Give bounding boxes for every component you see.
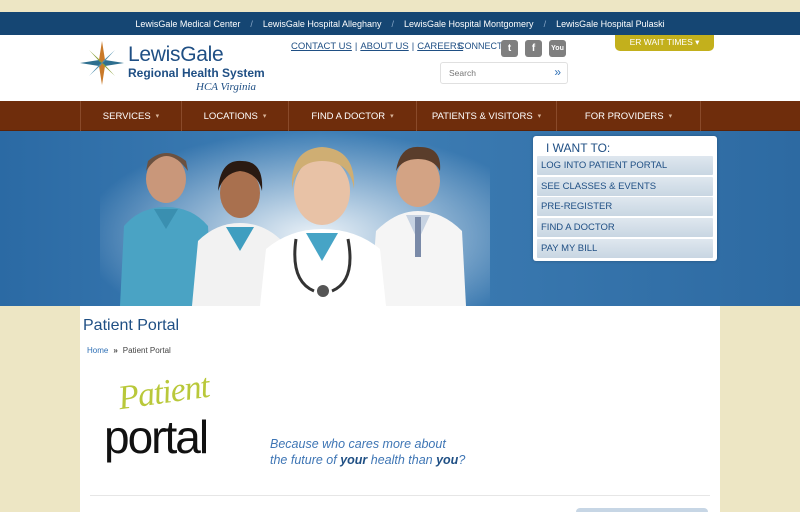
tagline-line-2: the future of your health than you? bbox=[270, 453, 466, 467]
er-wait-times-button[interactable]: ER WAIT TIMES ▾ bbox=[615, 35, 714, 51]
nav-label: PATIENTS & VISITORS bbox=[431, 110, 533, 122]
nav-services[interactable]: SERVICES ▾ bbox=[80, 101, 182, 131]
patient-portal-logo-word: portal bbox=[104, 411, 209, 463]
hospital-link-medical-center[interactable]: LewisGale Medical Center bbox=[125, 19, 250, 29]
nav-for-providers[interactable]: FOR PROVIDERS ▾ bbox=[557, 101, 701, 131]
utility-separator: | bbox=[354, 41, 358, 52]
nav-label: SERVICES bbox=[102, 110, 151, 122]
nav-label: LOCATIONS bbox=[203, 110, 258, 122]
chevron-down-icon: ▾ bbox=[155, 113, 160, 120]
about-us-link[interactable]: ABOUT US bbox=[360, 41, 408, 52]
logo-title[interactable]: LewisGale bbox=[128, 43, 224, 67]
careers-link[interactable]: CAREERS bbox=[417, 41, 463, 52]
nav-patients-visitors[interactable]: PATIENTS & VISITORS ▾ bbox=[417, 101, 557, 131]
twitter-icon[interactable]: t bbox=[501, 40, 518, 57]
hospital-link-pulaski[interactable]: LewisGale Hospital Pulaski bbox=[546, 19, 675, 29]
patient-portal-logo: Patient portal bbox=[102, 368, 252, 477]
doctors-photo bbox=[100, 131, 490, 306]
nav-label: FIND A DOCTOR bbox=[311, 110, 386, 122]
utility-links: CONTACT US | ABOUT US | CAREERS bbox=[291, 41, 463, 52]
pre-register-link[interactable]: PRE-REGISTER bbox=[537, 197, 713, 217]
portal-login-button[interactable] bbox=[576, 508, 708, 512]
hospital-link-montgomery[interactable]: LewisGale Hospital Montgomery bbox=[394, 19, 544, 29]
breadcrumb: Home » Patient Portal bbox=[87, 346, 171, 355]
search-input[interactable] bbox=[441, 63, 541, 83]
chevron-down-icon: ▾ bbox=[537, 113, 542, 120]
contact-us-link[interactable]: CONTACT US bbox=[291, 41, 352, 52]
hospital-link-alleghany[interactable]: LewisGale Hospital Alleghany bbox=[253, 19, 392, 29]
main-content: Patient Portal Home » Patient Portal Pat… bbox=[80, 306, 720, 512]
nav-label: FOR PROVIDERS bbox=[584, 110, 664, 122]
portal-tagline: Because who cares more about the future … bbox=[270, 436, 465, 468]
breadcrumb-separator: » bbox=[113, 346, 118, 355]
i-want-to-panel: I WANT TO: LOG INTO PATIENT PORTAL SEE C… bbox=[533, 136, 717, 261]
hospital-links-bar: LewisGale Medical Center / LewisGale Hos… bbox=[0, 12, 800, 35]
chevron-down-icon: ▾ bbox=[390, 113, 394, 120]
connect-label: CONNECT bbox=[458, 41, 503, 51]
breadcrumb-current: Patient Portal bbox=[122, 346, 171, 355]
breadcrumb-home-link[interactable]: Home bbox=[87, 346, 108, 355]
tagline-line-1: Because who cares more about bbox=[270, 437, 446, 451]
logo-subtitle: Regional Health System bbox=[128, 66, 265, 80]
logo-tagline: HCA Virginia bbox=[196, 81, 256, 93]
chevron-down-icon: ▾ bbox=[668, 113, 673, 120]
facebook-icon[interactable]: f bbox=[525, 40, 542, 57]
utility-separator: | bbox=[411, 41, 415, 52]
youtube-icon[interactable]: You bbox=[549, 40, 566, 57]
pay-my-bill-link[interactable]: PAY MY BILL bbox=[537, 238, 713, 258]
find-a-doctor-link[interactable]: FIND A DOCTOR bbox=[537, 218, 713, 238]
logo-star-icon[interactable] bbox=[80, 41, 124, 85]
chevron-down-icon: ▾ bbox=[262, 113, 267, 120]
nav-find-a-doctor[interactable]: FIND A DOCTOR ▾ bbox=[289, 101, 417, 131]
page-title: Patient Portal bbox=[83, 317, 180, 334]
see-classes-events-link[interactable]: SEE CLASSES & EVENTS bbox=[537, 176, 713, 196]
search-box: » bbox=[440, 62, 568, 84]
main-nav: SERVICES ▾ LOCATIONS ▾ FIND A DOCTOR ▾ P… bbox=[0, 101, 800, 131]
content-divider bbox=[90, 495, 710, 496]
log-into-patient-portal-link[interactable]: LOG INTO PATIENT PORTAL bbox=[537, 156, 713, 175]
site-header: LewisGale Regional Health System HCA Vir… bbox=[0, 35, 800, 102]
i-want-to-title: I WANT TO: bbox=[546, 141, 611, 155]
nav-locations[interactable]: LOCATIONS ▾ bbox=[182, 101, 289, 131]
search-submit-icon[interactable]: » bbox=[554, 65, 561, 79]
